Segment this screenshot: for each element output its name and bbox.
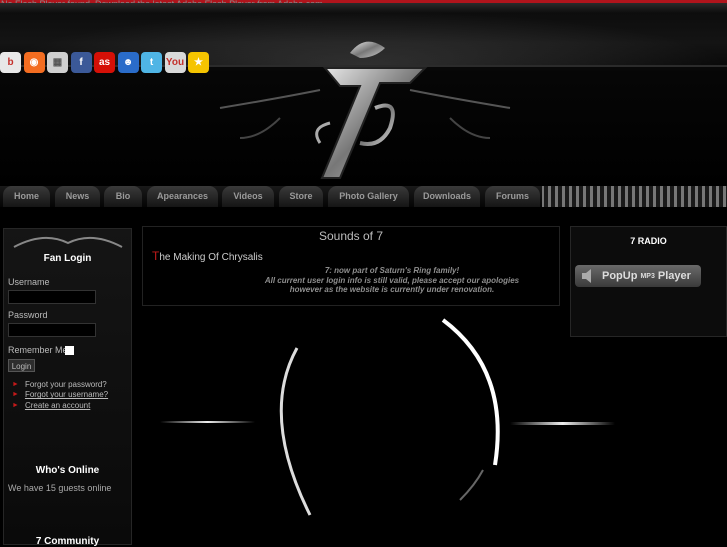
nav-item-videos[interactable]: Videos	[222, 186, 274, 207]
center-title: Sounds of 7	[318, 229, 384, 243]
lastfm-icon[interactable]: as	[94, 52, 115, 73]
delicious-icon[interactable]: ▦	[47, 52, 68, 73]
nav-item-home[interactable]: Home	[3, 186, 50, 207]
blogger-icon[interactable]: b	[0, 52, 21, 73]
login-links: ► Forgot your password? ► Forgot your user…	[12, 379, 108, 411]
remember-me-label: Remember Me	[8, 345, 68, 355]
nav-item-news[interactable]: News	[55, 186, 100, 207]
left-sidebar: Fan Login Username Password Remember Me …	[3, 228, 132, 547]
whos-online-text: We have 15 guests online	[8, 483, 112, 493]
speaker-icon	[582, 269, 591, 283]
notice-line: 7: now part of Saturn's Ring family!	[324, 266, 460, 275]
popup-mp3-player-button[interactable]: PopUp MP3 Player	[575, 265, 701, 287]
article-title-text: he Making Of Chrysalis	[159, 252, 263, 263]
social-icons: b ◉ ▦ f as ☻ t You ★	[0, 52, 212, 73]
blog-icon[interactable]: ◉	[23, 52, 45, 73]
login-link-row: ► Create an account	[12, 400, 108, 411]
notice-line: however as the website is currently unde…	[289, 285, 495, 294]
community-title: 7 Community	[35, 536, 100, 547]
youtube-icon[interactable]: You	[164, 52, 186, 73]
facebook-icon[interactable]: f	[70, 52, 92, 73]
login-button[interactable]: Login	[8, 359, 35, 372]
arrow-icon: ►	[12, 380, 19, 388]
username-label: Username	[8, 277, 50, 287]
nav-decoration	[542, 186, 727, 207]
myspace-icon[interactable]: ☻	[117, 52, 139, 73]
fan-login-title: Fan Login	[43, 253, 92, 264]
nav-item-downloads[interactable]: Downloads	[414, 186, 480, 207]
remember-me-checkbox[interactable]	[65, 346, 74, 355]
login-link-row: ► Forgot your password?	[12, 379, 108, 390]
radio-title: 7 RADIO	[630, 236, 667, 246]
nav-item-bio[interactable]: Bio	[104, 186, 142, 207]
article-title[interactable]: The Making Of Chrysalis	[152, 249, 263, 263]
password-label: Password	[8, 310, 48, 320]
seven-logo	[219, 41, 511, 179]
username-field[interactable]	[8, 290, 96, 304]
forgot-username-link[interactable]: Forgot your username?	[25, 390, 108, 399]
renovation-notice: 7: now part of Saturn's Ring family! All…	[200, 266, 584, 295]
notice-line: All current user login info is still val…	[264, 275, 520, 285]
popup-label-end: Player	[657, 270, 691, 282]
password-field[interactable]	[8, 323, 96, 337]
popup-small-label: MP3	[640, 272, 655, 280]
whos-online-title: Who's Online	[35, 465, 100, 476]
login-link-row: ► Forgot your username?	[12, 390, 108, 401]
nav-item-apearances[interactable]: Apearances	[147, 186, 218, 207]
forgot-password-link[interactable]: Forgot your password?	[25, 380, 107, 389]
arrow-icon: ►	[12, 391, 19, 399]
swirl-ornament	[13, 236, 123, 248]
popup-label: PopUp	[602, 270, 638, 282]
create-account-link[interactable]: Create an account	[25, 401, 90, 410]
ring-artwork	[160, 318, 615, 516]
twitter-icon[interactable]: t	[141, 52, 162, 73]
nav-item-photo-gallery[interactable]: Photo Gallery	[328, 186, 409, 207]
nav-item-store[interactable]: Store	[279, 186, 323, 207]
arrow-icon: ►	[12, 401, 19, 409]
nav-item-forums[interactable]: Forums	[485, 186, 540, 207]
